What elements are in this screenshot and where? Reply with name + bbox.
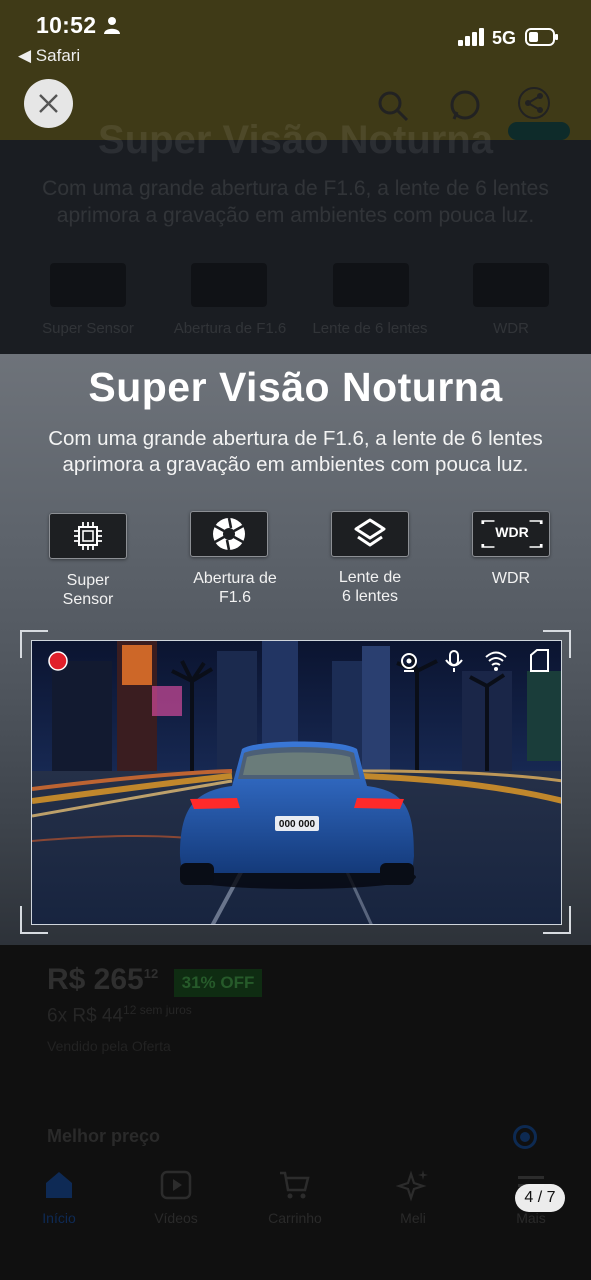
feature-label-line: Super xyxy=(66,572,110,589)
nav-label: Carrinho xyxy=(268,1210,322,1226)
ghost-feature-box xyxy=(191,263,267,307)
status-bar: 10:52 ◀ Safari 5G xyxy=(0,0,591,70)
feature-box-wdr: WDR xyxy=(472,511,550,557)
license-plate: 000 000 xyxy=(279,819,316,830)
ghost-feature-label: Abertura de F1.6 xyxy=(173,320,287,337)
cart-icon xyxy=(280,1171,310,1199)
feature-box-sensor xyxy=(49,513,127,559)
nav-item-home[interactable]: Início xyxy=(9,1160,109,1226)
dashcam-night-photo: 000 000 xyxy=(31,640,562,925)
background-title: Super Visão Noturna xyxy=(98,118,493,162)
nav-label: Vídeos xyxy=(154,1210,198,1226)
feature-label-line: Lente de xyxy=(338,569,402,586)
feature-label-line: Abertura de xyxy=(193,570,277,587)
image-counter: 4 / 7 xyxy=(515,1184,565,1212)
night-city-scene: 000 000 xyxy=(32,641,561,924)
feature-label-line: Sensor xyxy=(62,591,114,608)
record-indicator-icon xyxy=(48,651,68,671)
nav-label: Mais xyxy=(516,1210,546,1226)
share-icon[interactable] xyxy=(517,86,551,120)
wdr-badge-text: WDR xyxy=(495,524,529,540)
nav-item-cart[interactable]: Carrinho xyxy=(245,1160,345,1226)
sparkle-icon xyxy=(396,1170,428,1202)
ghost-feature-box xyxy=(473,263,549,307)
feature-label: Lente de 6 lentes xyxy=(305,568,435,606)
person-icon xyxy=(104,17,120,34)
new-badge xyxy=(508,122,570,140)
home-icon xyxy=(46,1172,72,1198)
best-price-radio[interactable] xyxy=(513,1125,537,1149)
feature-box-layers xyxy=(331,511,409,557)
whatsapp-icon[interactable] xyxy=(448,89,482,123)
feature-label-line: F1.6 xyxy=(218,589,251,606)
signal-icon xyxy=(458,28,484,46)
price-cents: 12 xyxy=(143,966,159,981)
close-button[interactable] xyxy=(24,79,73,128)
close-icon xyxy=(39,94,58,113)
slide-subtitle: Com uma grande abertura de F1.6, a lente… xyxy=(20,426,571,478)
seller-note: Vendido pela Oferta xyxy=(47,1038,171,1054)
ghost-feature-label: WDR xyxy=(493,320,529,337)
slide-subtitle-line: Com uma grande abertura de F1.6, a lente… xyxy=(48,427,543,450)
feature-label-line: 6 lentes xyxy=(341,588,399,605)
aperture-icon xyxy=(213,517,245,551)
nav-label: Meli xyxy=(400,1210,426,1226)
chip-icon xyxy=(74,522,102,550)
ghost-feature-label: Lente de 6 lentes xyxy=(312,320,428,337)
best-price-label[interactable]: Melhor preço xyxy=(47,1126,160,1147)
feature-label-line: WDR xyxy=(491,570,531,587)
feature-label: WDR xyxy=(446,569,576,588)
layers-icon xyxy=(354,518,386,547)
gallery-image[interactable]: Super Visão Noturna Com uma grande abert… xyxy=(0,354,591,945)
nav-item-videos[interactable]: Vídeos xyxy=(126,1160,226,1226)
search-icon[interactable] xyxy=(376,89,410,123)
feature-box-aperture xyxy=(190,511,268,557)
video-icon xyxy=(160,1170,192,1200)
ghost-feature-box xyxy=(333,263,409,307)
slide-title: Super Visão Noturna xyxy=(88,364,503,410)
feature-label: Abertura de F1.6 xyxy=(170,569,300,607)
background-subtitle: Com uma grande abertura de F1.6, a lente… xyxy=(42,177,549,227)
bottom-nav: Início Vídeos Carrinho Meli Mais xyxy=(0,1160,591,1240)
battery-icon xyxy=(525,28,558,46)
discount-badge: 31% OFF xyxy=(174,969,262,997)
installments-cents: 12 sem juros xyxy=(123,1003,192,1017)
nav-item-meli[interactable]: Meli xyxy=(363,1160,463,1226)
back-to-safari[interactable]: ◀ Safari xyxy=(18,46,80,66)
feature-label: Super Sensor xyxy=(23,571,153,609)
ghost-feature-label: Super Sensor xyxy=(42,320,134,337)
status-time: 10:52 xyxy=(36,12,97,38)
slide-subtitle-line: aprimora a gravação em ambientes com pou… xyxy=(62,453,529,476)
ghost-feature-box xyxy=(50,263,126,307)
installments: 6x R$ 4412 sem juros xyxy=(47,1003,192,1027)
nav-label: Início xyxy=(42,1210,76,1226)
network-type: 5G xyxy=(492,28,517,48)
price: R$ 26512 xyxy=(47,963,159,996)
